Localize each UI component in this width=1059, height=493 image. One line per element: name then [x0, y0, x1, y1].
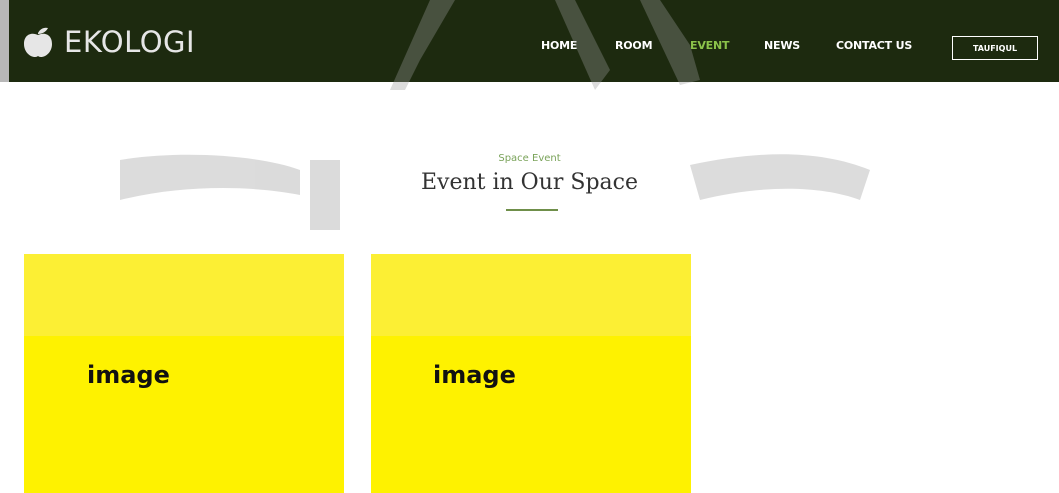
section-title: Event in Our Space — [420, 170, 639, 195]
card-image-placeholder: image — [87, 361, 170, 389]
user-account-button[interactable]: TAUFIQUL — [952, 36, 1038, 60]
event-card-2[interactable]: image — [371, 254, 691, 493]
nav-news[interactable]: NEWS — [764, 39, 800, 52]
section-subtitle: Space Event — [498, 153, 561, 164]
card-image-placeholder: image — [433, 361, 516, 389]
top-navbar: EKOLOGI HOME ROOM EVENT NEWS CONTACT US … — [0, 0, 1059, 82]
card-image-top — [371, 254, 691, 336]
nav-event[interactable]: EVENT — [690, 39, 729, 52]
nav-room[interactable]: ROOM — [615, 39, 653, 52]
nav-contact-us[interactable]: CONTACT US — [836, 39, 912, 52]
card-image-top — [24, 254, 344, 336]
event-card-1[interactable]: image — [24, 254, 344, 493]
main-nav: HOME ROOM EVENT NEWS CONTACT US — [0, 39, 1059, 55]
nav-home[interactable]: HOME — [541, 39, 577, 52]
title-underline — [506, 209, 558, 211]
